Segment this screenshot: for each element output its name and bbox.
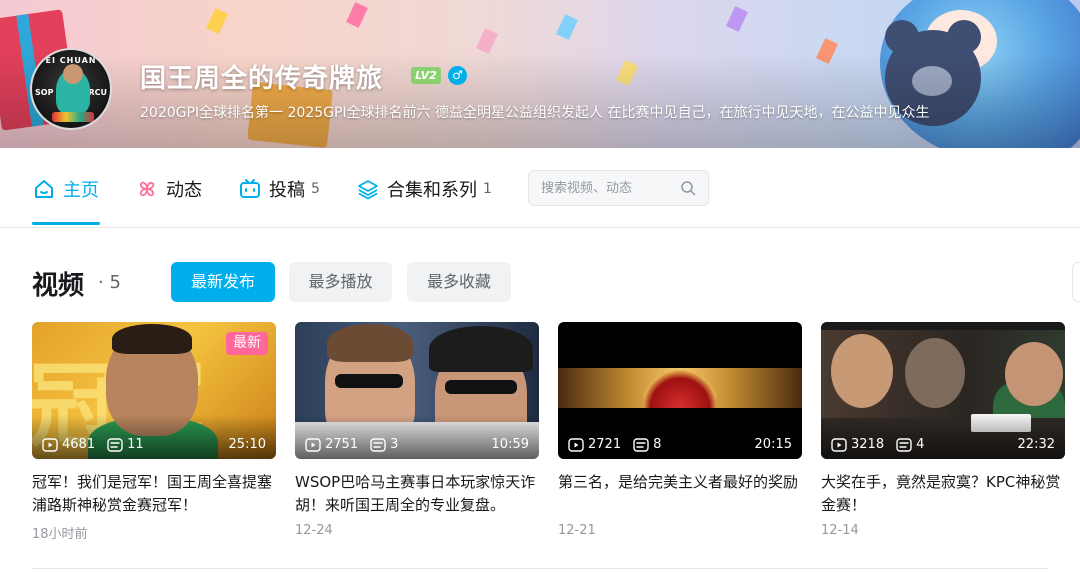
video-title[interactable]: 大奖在手，竟然是寂寞？KPC神秘赏金赛！ (821, 471, 1065, 517)
section-divider (32, 568, 1048, 569)
avatar-chips (52, 112, 94, 122)
video-duration: 20:15 (754, 437, 792, 452)
avatar-head (63, 64, 83, 84)
video-date: 12-24 (295, 523, 333, 538)
tv-icon (240, 179, 260, 198)
thumbnail-art (821, 322, 1065, 330)
avatar-text-left: SOP (35, 88, 54, 97)
tab-dynamics[interactable]: 动态 (136, 174, 202, 204)
video-duration: 25:10 (228, 437, 266, 452)
video-card[interactable]: 2721 8 20:15 第三名，是给完美主义者最好的奖励 12-21 (558, 322, 802, 538)
user-bio: 2020GPI全球排名第一 2025GPI全球排名前六 德益全明星公益组织发起人… (140, 105, 930, 121)
search-icon[interactable] (680, 180, 696, 196)
video-thumbnail[interactable]: 冠军 最新 4681 11 25:10 (32, 322, 276, 459)
level-badge: LV2 (411, 67, 441, 84)
videos-section-count: · 5 (98, 272, 121, 293)
thumbnail-art (831, 334, 893, 408)
thumbnail-art (327, 324, 413, 362)
thumbnail-art (644, 368, 716, 408)
video-stats: 3218 4 (831, 437, 924, 452)
video-title[interactable]: 冠军！我们是冠军！国王周全喜提塞浦路斯神秘赏金赛冠军！ (32, 471, 276, 517)
tab-uploads[interactable]: 投稿 5 (239, 174, 320, 204)
pinwheel-icon (139, 181, 155, 197)
danmaku-count: 3 (390, 437, 399, 452)
view-count: 4681 (62, 437, 96, 452)
danmaku-icon (370, 437, 386, 452)
danmaku-count: 4 (916, 437, 925, 452)
tab-collections[interactable]: 合集和系列 1 (357, 174, 492, 204)
videos-section-title: 视频 (32, 271, 85, 301)
video-stats: 2721 8 (568, 437, 661, 452)
space-nav: 主页 动态 投稿 5 合集和系列 1 (0, 148, 1080, 228)
play-all-button[interactable] (1072, 262, 1080, 302)
active-tab-indicator (32, 222, 100, 225)
video-date: 12-14 (821, 523, 859, 538)
danmaku-count: 11 (127, 437, 144, 452)
layers-icon (358, 180, 378, 200)
avatar-text-right: RCU (88, 88, 107, 97)
play-count-icon (305, 437, 321, 452)
view-count: 3218 (851, 437, 885, 452)
male-gender-icon: ♂ (448, 66, 467, 85)
thumbnail-art (429, 326, 533, 372)
tab-uploads-count: 5 (311, 181, 320, 197)
view-count: 2721 (588, 437, 622, 452)
username[interactable]: 国王周全的传奇牌旅 (140, 58, 383, 95)
tab-collections-label: 合集和系列 (387, 180, 477, 201)
profile-banner: EI CHUAN SOP RCU 国王周全的传奇牌旅 LV2 ♂ 2020GPI… (0, 0, 1080, 148)
video-thumbnail[interactable]: 2751 3 10:59 (295, 322, 539, 459)
video-stats: 2751 3 (305, 437, 398, 452)
video-card[interactable]: 3218 4 22:32 大奖在手，竟然是寂寞？KPC神秘赏金赛！ 12-14 (821, 322, 1065, 538)
video-date: 12-21 (558, 523, 596, 538)
danmaku-icon (896, 437, 912, 452)
video-stats: 4681 11 (42, 437, 144, 452)
play-count-icon (568, 437, 584, 452)
thumbnail-art (905, 338, 965, 408)
video-thumbnail[interactable]: 2721 8 20:15 (558, 322, 802, 459)
video-title[interactable]: WSOP巴哈马主赛事日本玩家惊天诈胡！来听国王周全的专业复盘。 (295, 471, 539, 517)
tab-home-label: 主页 (63, 180, 99, 201)
view-count: 2751 (325, 437, 359, 452)
video-thumbnail[interactable]: 3218 4 22:32 (821, 322, 1065, 459)
video-date: 18小时前 (32, 527, 88, 542)
danmaku-icon (633, 437, 649, 452)
new-badge: 最新 (226, 332, 268, 355)
thumbnail-art (335, 374, 403, 388)
play-count-icon (42, 437, 58, 452)
sort-latest-button[interactable]: 最新发布 (171, 262, 275, 302)
play-count-icon (831, 437, 847, 452)
thumbnail-art (1005, 342, 1063, 406)
space-search-box[interactable] (528, 170, 709, 206)
video-title[interactable]: 第三名，是给完美主义者最好的奖励 (558, 471, 802, 517)
tab-collections-count: 1 (483, 181, 492, 197)
video-card[interactable]: 冠军 最新 4681 11 25:10 冠军！我们是冠军！国王周全喜提塞浦路斯神… (32, 322, 276, 542)
thumbnail-art (112, 324, 192, 354)
tab-dynamics-label: 动态 (166, 180, 202, 201)
thumbnail-art (445, 380, 517, 394)
video-card[interactable]: 2751 3 10:59 WSOP巴哈马主赛事日本玩家惊天诈胡！来听国王周全的专… (295, 322, 539, 538)
search-input[interactable] (529, 171, 679, 205)
tab-uploads-label: 投稿 (269, 180, 305, 201)
video-duration: 10:59 (491, 437, 529, 452)
danmaku-count: 8 (653, 437, 662, 452)
home-icon (35, 180, 53, 198)
avatar[interactable]: EI CHUAN SOP RCU (30, 48, 112, 130)
sort-most-favorited-button[interactable]: 最多收藏 (407, 262, 511, 302)
tab-home[interactable]: 主页 (33, 174, 99, 204)
danmaku-icon (107, 437, 123, 452)
sort-most-played-button[interactable]: 最多播放 (289, 262, 392, 302)
video-duration: 22:32 (1017, 437, 1055, 452)
